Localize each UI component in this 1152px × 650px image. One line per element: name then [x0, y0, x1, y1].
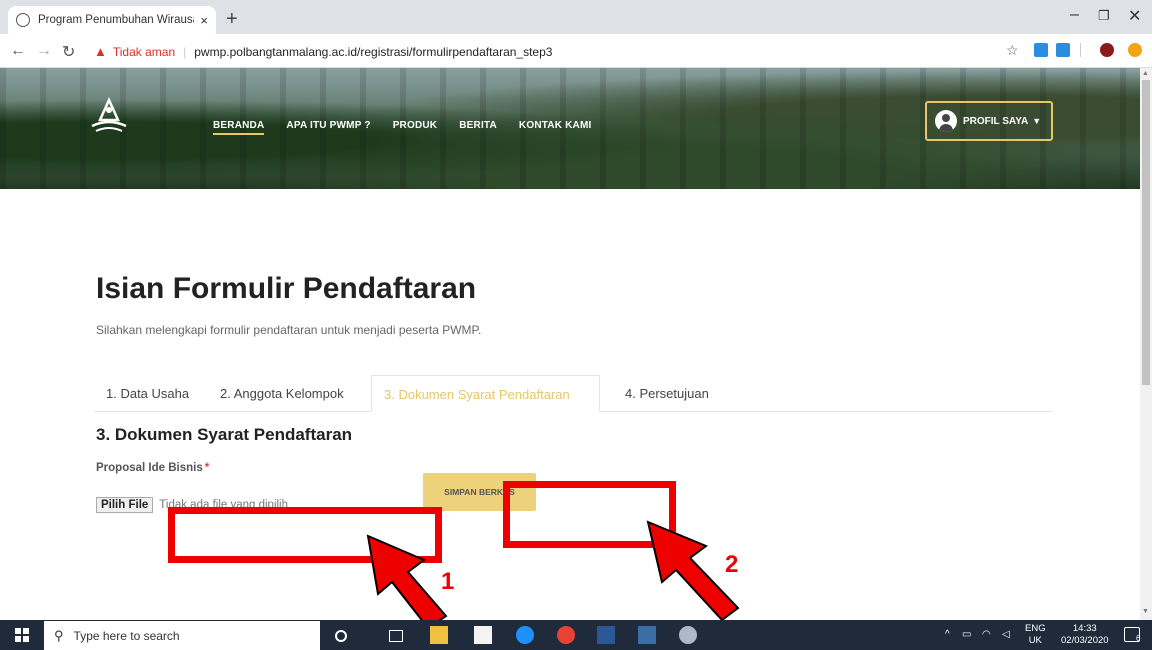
toolbar-divider [1080, 43, 1081, 57]
url-text: pwmp.polbangtanmalang.ac.id/registrasi/f… [194, 44, 553, 59]
profile-avatar-icon[interactable] [1100, 43, 1114, 57]
clock-date: 02/03/2020 [1061, 635, 1109, 646]
window-close-icon[interactable]: ✕ [1128, 6, 1141, 26]
tab-persetujuan[interactable]: 4. Persetujuan [613, 375, 721, 412]
globe-icon [16, 13, 30, 27]
scroll-up-icon[interactable]: ▲ [1142, 70, 1149, 77]
edge-icon[interactable] [516, 626, 534, 644]
taskbar-clock[interactable]: 14:33 02/03/2020 [1061, 623, 1109, 647]
warning-icon: ▲ [94, 44, 107, 59]
address-separator: | [183, 44, 187, 59]
annotation-marker-1: 1 [441, 568, 455, 595]
nav-berita[interactable]: BERITA [459, 120, 497, 135]
tray-chevron-icon[interactable]: ^ [945, 629, 950, 640]
restore-icon[interactable]: ❐ [1098, 8, 1110, 24]
profile-button[interactable]: PROFIL SAYA ▼ [925, 101, 1053, 141]
site-logo-icon[interactable] [88, 96, 130, 138]
close-tab-icon[interactable]: × [200, 13, 208, 28]
language-code: ENG [1025, 623, 1046, 634]
security-label: Tidak aman [112, 44, 176, 59]
new-tab-button[interactable]: + [226, 8, 238, 31]
snipping-icon[interactable] [679, 626, 697, 644]
user-avatar-icon [935, 110, 957, 132]
forward-icon[interactable]: → [36, 42, 52, 60]
proposal-field-label: Proposal Ide Bisnis * [96, 462, 209, 474]
cortana-icon[interactable] [335, 630, 347, 642]
browser-tab[interactable]: Program Penumbuhan Wirausah × [8, 6, 216, 34]
battery-icon[interactable]: ▭ [962, 629, 971, 640]
page-subtitle: Silahkan melengkapi formulir pendaftaran… [96, 323, 482, 337]
hero-header: BERANDA APA ITU PWMP ? PRODUK BERITA KON… [0, 68, 1140, 189]
keyboard-layout: UK [1028, 635, 1042, 646]
update-icon[interactable] [1128, 43, 1142, 57]
nav-kontak-kami[interactable]: KONTAK KAMI [519, 120, 592, 135]
task-view-icon[interactable] [389, 630, 403, 642]
scroll-down-icon[interactable]: ▼ [1142, 608, 1149, 615]
word-icon[interactable] [597, 626, 615, 644]
clock-time: 14:33 [1072, 623, 1097, 634]
browser-toolbar: ← → ↻ ▲ Tidak aman | pwmp.polbangtanmala… [0, 34, 1152, 68]
photos-icon[interactable] [638, 626, 656, 644]
choose-file-button[interactable]: Pilih File [96, 497, 154, 513]
browser-tab-title: Program Penumbuhan Wirausah [38, 14, 195, 26]
page-scrollbar[interactable]: ▲ ▼ [1140, 68, 1152, 620]
search-icon: ⚲ [54, 627, 64, 643]
proposal-label-text: Proposal Ide Bisnis [96, 462, 203, 474]
chevron-down-icon: ▼ [1032, 116, 1042, 126]
tab-dokumen-syarat[interactable]: 3. Dokumen Syarat Pendaftaran [371, 375, 600, 412]
reload-icon[interactable]: ↻ [62, 42, 75, 62]
volume-icon[interactable]: ◁ [1002, 629, 1010, 640]
browser-tab-strip: Program Penumbuhan Wirausah × + – ❐ ✕ [0, 0, 1152, 34]
file-explorer-icon[interactable] [430, 626, 448, 644]
nav-apa-itu-pwmp[interactable]: APA ITU PWMP ? [286, 120, 370, 135]
store-icon[interactable] [474, 626, 492, 644]
main-nav: BERANDA APA ITU PWMP ? PRODUK BERITA KON… [213, 120, 591, 135]
nav-produk[interactable]: PRODUK [393, 120, 438, 135]
extension-icon[interactable] [1056, 43, 1070, 57]
tab-data-usaha[interactable]: 1. Data Usaha [94, 375, 201, 412]
nav-beranda[interactable]: BERANDA [213, 120, 265, 135]
tab-anggota-kelompok[interactable]: 2. Anggota Kelompok [208, 375, 356, 412]
section-title: 3. Dokumen Syarat Pendaftaran [96, 425, 353, 444]
back-icon[interactable]: ← [10, 42, 26, 60]
address-bar[interactable]: ▲ Tidak aman | pwmp.polbangtanmalang.ac.… [94, 39, 1014, 64]
scroll-thumb[interactable] [1142, 80, 1150, 385]
windows-start-icon[interactable] [15, 628, 29, 642]
required-mark: * [204, 462, 210, 474]
notification-count: 6 [1136, 634, 1141, 643]
wifi-icon[interactable]: ◠ [982, 629, 991, 640]
minimize-icon[interactable]: – [1070, 6, 1079, 24]
form-steps-tabs: 1. Data Usaha 2. Anggota Kelompok 3. Dok… [94, 375, 1052, 412]
taskbar-search-input[interactable]: ⚲ Type here to search [44, 621, 320, 650]
chrome-icon[interactable] [557, 626, 575, 644]
annotation-box-2 [503, 481, 676, 548]
search-placeholder: Type here to search [73, 628, 180, 643]
profile-label: PROFIL SAYA [963, 115, 1029, 127]
page-title: Isian Formulir Pendaftaran [96, 272, 477, 305]
annotation-marker-2: 2 [725, 551, 739, 578]
language-indicator[interactable]: ENG UK [1025, 623, 1046, 647]
annotation-box-1 [168, 507, 442, 563]
bookmark-star-icon[interactable]: ☆ [1006, 42, 1019, 59]
windows-taskbar: ⚲ Type here to search ^ ▭ ◠ ◁ ENG UK 14:… [0, 620, 1152, 650]
extension-icon[interactable] [1034, 43, 1048, 57]
